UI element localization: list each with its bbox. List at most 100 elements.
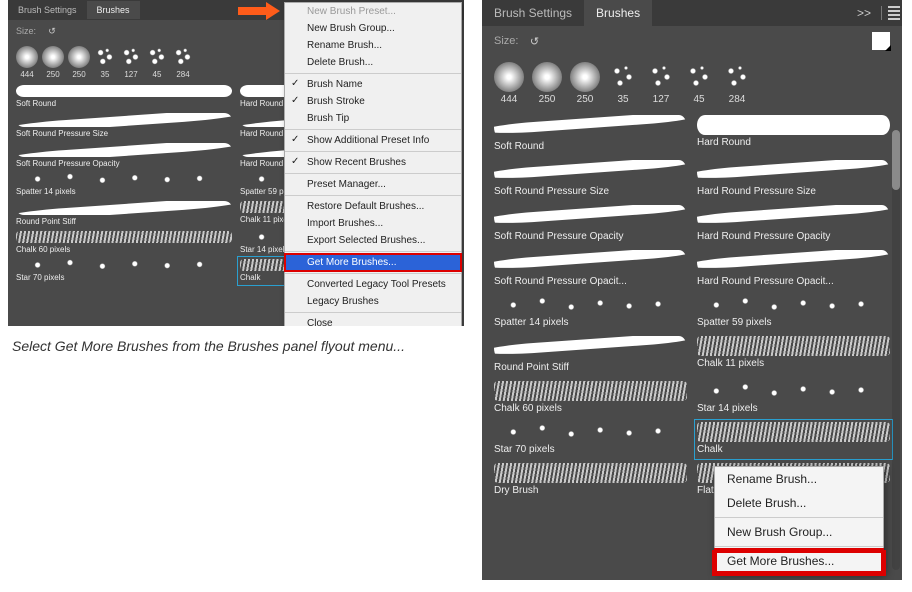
- menu-item[interactable]: Show Additional Preset Info: [285, 132, 461, 149]
- brush-tip-icon: [16, 46, 38, 68]
- brush-preset-item[interactable]: Star 14 pixels: [695, 379, 892, 418]
- brushes-panel-large: Brush Settings Brushes >> Size: ↺ 444250…: [482, 0, 902, 580]
- recent-brush-thumb[interactable]: 45: [146, 46, 168, 79]
- menu-separator: [285, 73, 461, 74]
- brush-preset-item[interactable]: Star 70 pixels: [14, 257, 234, 285]
- divider: [881, 6, 882, 20]
- menu-separator: [285, 129, 461, 130]
- brush-preset-item[interactable]: Chalk 11 pixels: [695, 334, 892, 377]
- menu-item[interactable]: Brush Name: [285, 76, 461, 93]
- brush-preset-label: Hard Round Pressure Opacity: [697, 231, 890, 242]
- brush-preset-item[interactable]: Round Point Stiff: [14, 199, 234, 229]
- recent-brush-thumb[interactable]: 45: [684, 62, 714, 105]
- brush-preset-item[interactable]: Soft Round: [492, 113, 689, 156]
- brush-size-number: 250: [570, 94, 600, 105]
- brush-preset-label: Chalk: [697, 444, 890, 455]
- brush-tip-icon: [608, 62, 638, 92]
- tab-brush-settings[interactable]: Brush Settings: [482, 0, 584, 26]
- recent-brush-thumb[interactable]: 250: [570, 62, 600, 105]
- menu-item[interactable]: Show Recent Brushes: [285, 154, 461, 171]
- menu-item[interactable]: New Brush Group...: [715, 520, 883, 544]
- recent-brush-thumb[interactable]: 127: [120, 46, 142, 79]
- brush-preset-label: Soft Round Pressure Opacit...: [494, 276, 687, 287]
- recent-brush-thumb[interactable]: 284: [172, 46, 194, 79]
- menu-item[interactable]: Export Selected Brushes...: [285, 232, 461, 249]
- brush-size-number: 444: [16, 70, 38, 79]
- menu-item[interactable]: Delete Brush...: [715, 491, 883, 515]
- recent-brush-thumb[interactable]: 250: [68, 46, 90, 79]
- recent-brush-thumb[interactable]: 284: [722, 62, 752, 105]
- recent-brush-thumb[interactable]: 250: [42, 46, 64, 79]
- brush-tip-icon: [120, 46, 142, 68]
- brush-preset-item[interactable]: Soft Round Pressure Opacit...: [492, 248, 689, 291]
- brush-preset-item[interactable]: Soft Round: [14, 83, 234, 111]
- brush-preset-item[interactable]: Soft Round Pressure Opacity: [492, 203, 689, 246]
- brush-preset-item[interactable]: Chalk: [695, 420, 892, 459]
- collapse-icon[interactable]: >>: [851, 6, 877, 20]
- menu-item[interactable]: Close: [285, 315, 461, 326]
- menu-item[interactable]: Converted Legacy Tool Presets: [285, 276, 461, 293]
- menu-item[interactable]: Legacy Brushes: [285, 293, 461, 310]
- brush-preset-item[interactable]: Star 70 pixels: [492, 420, 689, 459]
- menu-item[interactable]: Get More Brushes...: [715, 549, 883, 573]
- brush-preset-item[interactable]: Soft Round Pressure Size: [14, 111, 234, 141]
- menu-item[interactable]: Restore Default Brushes...: [285, 198, 461, 215]
- tab-brushes[interactable]: Brushes: [584, 0, 652, 26]
- recent-brush-thumb[interactable]: 127: [646, 62, 676, 105]
- size-reset-icon[interactable]: ↺: [42, 24, 62, 38]
- brush-tip-icon: [68, 46, 90, 68]
- annotation-arrow-icon: [238, 4, 282, 18]
- tab-brush-settings[interactable]: Brush Settings: [8, 1, 87, 19]
- recent-brush-thumb[interactable]: 250: [532, 62, 562, 105]
- flyout-menu-icon[interactable]: [886, 4, 902, 22]
- menu-item[interactable]: Brush Tip: [285, 110, 461, 127]
- brush-preset-item[interactable]: Hard Round Pressure Opacit...: [695, 248, 892, 291]
- menu-item[interactable]: Brush Stroke: [285, 93, 461, 110]
- brush-preset-label: Chalk 11 pixels: [697, 358, 890, 369]
- brush-stroke-preview: [494, 336, 687, 360]
- brush-preview-swatch[interactable]: [872, 32, 890, 50]
- brush-preset-item[interactable]: Chalk 60 pixels: [492, 379, 689, 418]
- brush-preset-item[interactable]: Spatter 14 pixels: [492, 293, 689, 332]
- brush-preset-item[interactable]: Hard Round Pressure Opacity: [695, 203, 892, 246]
- menu-separator: [285, 151, 461, 152]
- brush-tip-icon: [42, 46, 64, 68]
- brush-preset-item[interactable]: Chalk 60 pixels: [14, 229, 234, 257]
- size-reset-icon[interactable]: ↺: [524, 34, 544, 48]
- brush-preset-item[interactable]: Spatter 59 pixels: [695, 293, 892, 332]
- brush-tip-icon: [494, 62, 524, 92]
- brush-preset-item[interactable]: Round Point Stiff: [492, 334, 689, 377]
- brush-stroke-preview: [494, 422, 687, 442]
- brush-preset-item[interactable]: Dry Brush: [492, 461, 689, 500]
- brush-preset-item[interactable]: Soft Round Pressure Opacity: [14, 141, 234, 171]
- tab-brushes[interactable]: Brushes: [87, 1, 140, 19]
- brush-stroke-preview: [16, 113, 232, 127]
- brush-preset-label: Spatter 59 pixels: [697, 317, 890, 328]
- brush-preset-item[interactable]: Hard Round: [695, 113, 892, 156]
- menu-item[interactable]: Delete Brush...: [285, 54, 461, 71]
- recent-brush-thumb[interactable]: 35: [94, 46, 116, 79]
- menu-item[interactable]: Preset Manager...: [285, 176, 461, 193]
- recent-brush-thumb[interactable]: 444: [16, 46, 38, 79]
- brush-preset-label: Round Point Stiff: [494, 362, 687, 373]
- brush-stroke-preview: [16, 231, 232, 243]
- menu-item[interactable]: Rename Brush...: [285, 37, 461, 54]
- brush-preset-item[interactable]: Hard Round Pressure Size: [695, 158, 892, 201]
- menu-item[interactable]: Get More Brushes...: [285, 254, 461, 271]
- menu-item[interactable]: Rename Brush...: [715, 467, 883, 491]
- menu-item: New Brush Preset...: [285, 3, 461, 20]
- brush-stroke-preview: [494, 250, 687, 274]
- recent-brush-thumb[interactable]: 444: [494, 62, 524, 105]
- brush-preset-item[interactable]: Spatter 14 pixels: [14, 171, 234, 199]
- brush-tip-icon: [684, 62, 714, 92]
- recent-brush-thumb[interactable]: 35: [608, 62, 638, 105]
- brush-stroke-preview: [697, 381, 890, 401]
- brush-preset-label: Spatter 14 pixels: [16, 187, 232, 196]
- recent-brushes-row: 444 250 250 35 127 45 284: [482, 56, 902, 109]
- brush-preset-item[interactable]: Soft Round Pressure Size: [492, 158, 689, 201]
- scrollbar[interactable]: [892, 130, 900, 570]
- scrollbar-thumb[interactable]: [892, 130, 900, 190]
- brush-size-number: 127: [120, 70, 142, 79]
- menu-item[interactable]: New Brush Group...: [285, 20, 461, 37]
- menu-item[interactable]: Import Brushes...: [285, 215, 461, 232]
